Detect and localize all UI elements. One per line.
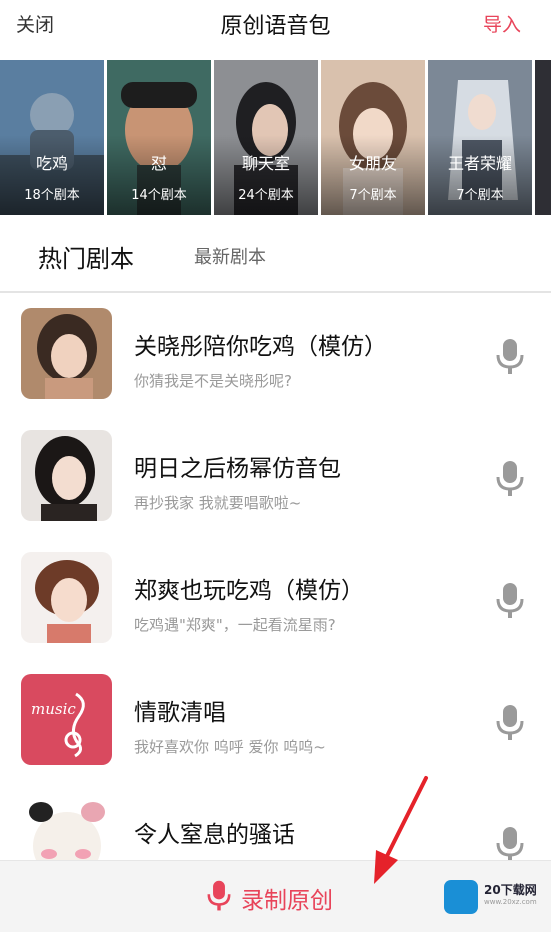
microphone-icon (207, 880, 231, 911)
tab-hot-scripts[interactable]: 热门剧本 (38, 239, 134, 274)
category-shade (0, 135, 104, 215)
script-title: 情歌清唱 (134, 700, 226, 726)
list-item[interactable]: music 情歌清唱 我好喜欢你 呜呼 爱你 呜呜~ (0, 659, 551, 781)
microphone-icon[interactable] (494, 459, 526, 499)
category-card-partial[interactable] (535, 60, 551, 215)
category-shade (321, 135, 425, 215)
script-title: 关晓彤陪你吃鸡（模仿） (134, 334, 387, 360)
page-title: 原创语音包 (220, 14, 331, 39)
script-tabs: 热门剧本 最新剧本 (0, 215, 551, 291)
category-shade (214, 135, 318, 215)
music-thumb-text: music (31, 700, 76, 718)
script-thumbnail (21, 308, 112, 399)
script-list: 关晓彤陪你吃鸡（模仿） 你猜我是不是关晓彤呢? 明日之后杨幂仿音包 再抄我家 我… (0, 293, 551, 860)
script-thumbnail (21, 552, 112, 643)
category-card-chatroom[interactable]: 聊天室 24个剧本 (214, 60, 318, 215)
category-count: 14个剧本 (131, 188, 187, 203)
microphone-icon[interactable] (494, 703, 526, 743)
microphone-icon[interactable] (494, 581, 526, 621)
category-name: 吃鸡 (35, 154, 68, 173)
script-subtitle: 我好喜欢你 呜呼 爱你 呜呜~ (134, 738, 326, 756)
watermark-text: 20下载网 (484, 883, 537, 897)
watermark-logo (444, 880, 478, 914)
category-card-chiji[interactable]: 吃鸡 18个剧本 (0, 60, 104, 215)
category-card-honor-of-kings[interactable]: 王者荣耀 7个剧本 (428, 60, 532, 215)
script-thumbnail (21, 430, 112, 521)
script-thumbnail: music (21, 674, 112, 765)
list-item[interactable]: 关晓彤陪你吃鸡（模仿） 你猜我是不是关晓彤呢? (0, 293, 551, 415)
script-title: 明日之后杨幂仿音包 (134, 456, 341, 482)
script-title: 令人窒息的骚话 (134, 822, 295, 848)
script-thumbnail (21, 796, 112, 860)
category-shade (107, 135, 211, 215)
category-count: 18个剧本 (24, 188, 80, 203)
category-shade (428, 135, 532, 215)
tab-new-scripts[interactable]: 最新剧本 (194, 243, 266, 269)
list-item[interactable]: 郑爽也玩吃鸡（模仿） 吃鸡遇"郑爽"，一起看流星雨? (0, 537, 551, 659)
category-image (535, 60, 551, 215)
category-name: 怼 (150, 154, 167, 173)
microphone-icon[interactable] (494, 337, 526, 377)
script-subtitle: 再抄我家 我就要唱歌啦~ (134, 494, 302, 512)
script-title: 郑爽也玩吃鸡（模仿） (134, 578, 364, 604)
top-bar: 关闭 原创语音包 导入 (0, 0, 551, 46)
category-count: 7个剧本 (456, 188, 504, 203)
record-original-label: 录制原创 (241, 888, 333, 914)
microphone-icon[interactable] (494, 825, 526, 860)
category-count: 24个剧本 (238, 188, 294, 203)
category-name: 女朋友 (348, 154, 397, 173)
category-card-dui[interactable]: 怼 14个剧本 (107, 60, 211, 215)
category-name: 聊天室 (241, 154, 290, 173)
category-card-girlfriend[interactable]: 女朋友 7个剧本 (321, 60, 425, 215)
import-button[interactable]: 导入 (483, 10, 521, 37)
category-strip[interactable]: 吃鸡 18个剧本 怼 14个剧本 聊天室 24个剧本 女朋友 7个剧本 王者荣耀… (0, 60, 551, 215)
script-subtitle: 吃鸡遇"郑爽"，一起看流星雨? (134, 616, 336, 634)
list-item[interactable]: 令人窒息的骚话 (0, 781, 551, 860)
watermark-sub: www.20xz.com (484, 898, 537, 906)
category-name: 王者荣耀 (447, 154, 512, 173)
script-subtitle: 你猜我是不是关晓彤呢? (134, 372, 292, 390)
category-count: 7个剧本 (349, 188, 397, 203)
list-item[interactable]: 明日之后杨幂仿音包 再抄我家 我就要唱歌啦~ (0, 415, 551, 537)
